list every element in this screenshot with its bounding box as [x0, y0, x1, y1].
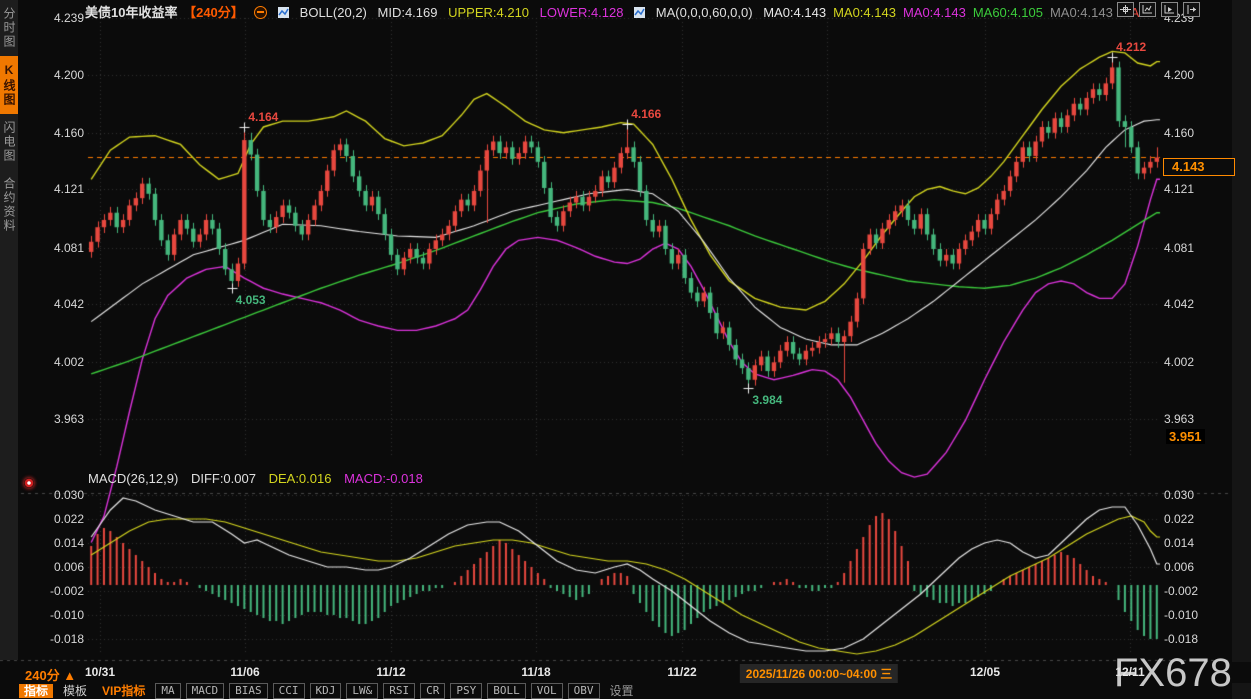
- indicator-tab-VIP指标[interactable]: VIP指标: [97, 684, 150, 698]
- macd-header: MACD(26,12,9) DIFF:0.007 DEA:0.016 MACD:…: [88, 471, 432, 486]
- main-y-label: 3.963: [40, 412, 84, 426]
- macd-y-label: 0.022: [1164, 512, 1194, 526]
- price-chart-canvas[interactable]: [0, 0, 1251, 699]
- main-y-label: 3.963: [1164, 412, 1194, 426]
- price-annotation: 3.984: [752, 393, 782, 407]
- indicator-tab-CCI[interactable]: CCI: [273, 683, 305, 699]
- macd-y-label: -0.002: [1164, 584, 1198, 598]
- x-axis-label: 11/12: [376, 665, 405, 679]
- right-edge-strip: [1232, 0, 1251, 699]
- main-y-label: 4.200: [40, 68, 84, 82]
- boll-label: BOLL(20,2): [300, 5, 367, 20]
- ma-values: MA0:4.143 MA0:4.143 MA0:4.143 MA60:4.105 MA0…: [763, 5, 1146, 20]
- boll-upper-value: UPPER:4.210: [448, 5, 529, 20]
- main-y-label: 4.002: [1164, 355, 1194, 369]
- price-annotation: 4.166: [631, 107, 661, 121]
- indicator-tab-KDJ[interactable]: KDJ: [310, 683, 342, 699]
- indicator-tab-BIAS[interactable]: BIAS: [229, 683, 268, 699]
- period-label: 【240分】: [183, 5, 244, 20]
- macd-y-label: 0.030: [40, 488, 84, 502]
- ma-value: MA0:4.143: [903, 5, 966, 20]
- indicator-tab-设置[interactable]: 设置: [605, 684, 639, 698]
- macd-diff-value: DIFF:0.007: [191, 471, 256, 486]
- main-y-label: 4.081: [1164, 241, 1194, 255]
- macd-y-label: 0.030: [1164, 488, 1194, 502]
- indicator-tab-RSI[interactable]: RSI: [383, 683, 415, 699]
- sidebar-item-闪电图[interactable]: 闪电图: [0, 114, 18, 170]
- xaxis-row: 240分 ▲ 2025/11/26 00:00~04:00 三 10/31 11/…: [0, 662, 1251, 683]
- indicator-header: 美债10年收益率 【240分】 BOLL(20,2) MID:4.169 UPP…: [85, 2, 1153, 17]
- ma-group-label: MA(0,0,0,60,0,0): [656, 5, 753, 20]
- macd-y-label: -0.018: [40, 632, 84, 646]
- main-y-label: 4.081: [40, 241, 84, 255]
- sidebar: 分时图K线图闪电图合约资料: [0, 0, 18, 660]
- trading-app-window: 分时图K线图闪电图合约资料 美债10年收益率 【240分】 BOLL(20,2)…: [0, 0, 1251, 699]
- price-annotation: 4.164: [248, 110, 278, 124]
- main-y-label: 4.121: [40, 182, 84, 196]
- main-y-label: 4.160: [40, 126, 84, 140]
- sidebar-item-K线图[interactable]: K线图: [0, 56, 18, 114]
- x-axis-label: 11/18: [521, 665, 550, 679]
- price-annotation: 4.212: [1116, 40, 1146, 54]
- indicator-tab-指标[interactable]: 指标: [19, 684, 53, 698]
- alert-ray-icon: [24, 478, 34, 488]
- crosshair-icon[interactable]: [1117, 2, 1134, 17]
- main-y-label: 4.042: [1164, 297, 1194, 311]
- boll-lower-value: LOWER:4.128: [540, 5, 624, 20]
- main-y-label: 4.042: [40, 297, 84, 311]
- boll-settings-icon[interactable]: [278, 6, 289, 21]
- macd-dea-value: DEA:0.016: [269, 471, 332, 486]
- watermark: FX678: [1114, 651, 1232, 696]
- left-scale-icon[interactable]: [1139, 2, 1156, 17]
- indicator-tab-BOLL[interactable]: BOLL: [487, 683, 526, 699]
- macd-y-label: 0.022: [40, 512, 84, 526]
- low-price-tag: 3.951: [1166, 429, 1205, 444]
- selected-bar-time-label: 2025/11/26 00:00~04:00 三: [740, 664, 898, 683]
- main-y-label: 4.002: [40, 355, 84, 369]
- macd-y-label: 0.014: [1164, 536, 1194, 550]
- indicator-toolbar: 指标模板 VIP指标 MA MACDBIAS CCI KDJLW&RSI CR PSY BOLL…: [19, 683, 639, 699]
- x-axis-label: 10/31: [85, 665, 115, 679]
- x-axis-label: 11/22: [667, 665, 696, 679]
- ma-value: MA60:4.105: [973, 5, 1043, 20]
- indicator-tab-MA[interactable]: MA: [155, 683, 180, 699]
- chart-tool-icons: [1117, 2, 1200, 17]
- macd-y-label: -0.002: [40, 584, 84, 598]
- indicator-tab-CR[interactable]: CR: [420, 683, 445, 699]
- last-price-tag: 4.143: [1163, 158, 1235, 176]
- ma-value: MA0:4.143: [833, 5, 896, 20]
- indicator-tab-LW&[interactable]: LW&: [346, 683, 378, 699]
- main-y-label: 4.239: [40, 11, 84, 25]
- ma-settings-icon[interactable]: [634, 6, 645, 21]
- macd-title: MACD(26,12,9): [88, 471, 178, 486]
- main-y-label: 4.200: [1164, 68, 1194, 82]
- macd-y-label: 0.006: [1164, 560, 1194, 574]
- indicator-tab-PSY[interactable]: PSY: [450, 683, 482, 699]
- macd-y-label: -0.010: [40, 608, 84, 622]
- x-axis-label: 11/06: [230, 665, 259, 679]
- ma-value: MA0:4.143: [763, 5, 826, 20]
- instrument-title: 美债10年收益率: [85, 5, 177, 20]
- indicator-tab-MACD[interactable]: MACD: [186, 683, 225, 699]
- indicator-tab-模板[interactable]: 模板: [58, 684, 92, 698]
- macd-y-label: 0.006: [40, 560, 84, 574]
- sidebar-item-分时图[interactable]: 分时图: [0, 0, 18, 56]
- ma-value: MA0:4.143: [1050, 5, 1113, 20]
- main-y-label: 4.160: [1164, 126, 1194, 140]
- macd-y-label: -0.010: [1164, 608, 1198, 622]
- x-axis-label: 12/05: [970, 665, 1000, 679]
- sidebar-item-合约资料[interactable]: 合约资料: [0, 170, 18, 240]
- indicator-tab-OBV[interactable]: OBV: [568, 683, 600, 699]
- indicator-tab-VOL[interactable]: VOL: [531, 683, 563, 699]
- period-selector[interactable]: 240分 ▲: [25, 665, 76, 684]
- macd-macd-value: MACD:-0.018: [344, 471, 423, 486]
- macd-y-label: 0.014: [40, 536, 84, 550]
- boll-mid-value: MID:4.169: [378, 5, 438, 20]
- right-scale-icon[interactable]: [1161, 2, 1178, 17]
- pane-arrow-icon[interactable]: [1183, 2, 1200, 17]
- macd-y-label: -0.018: [1164, 632, 1198, 646]
- price-annotation: 4.053: [236, 293, 266, 307]
- main-y-label: 4.121: [1164, 182, 1194, 196]
